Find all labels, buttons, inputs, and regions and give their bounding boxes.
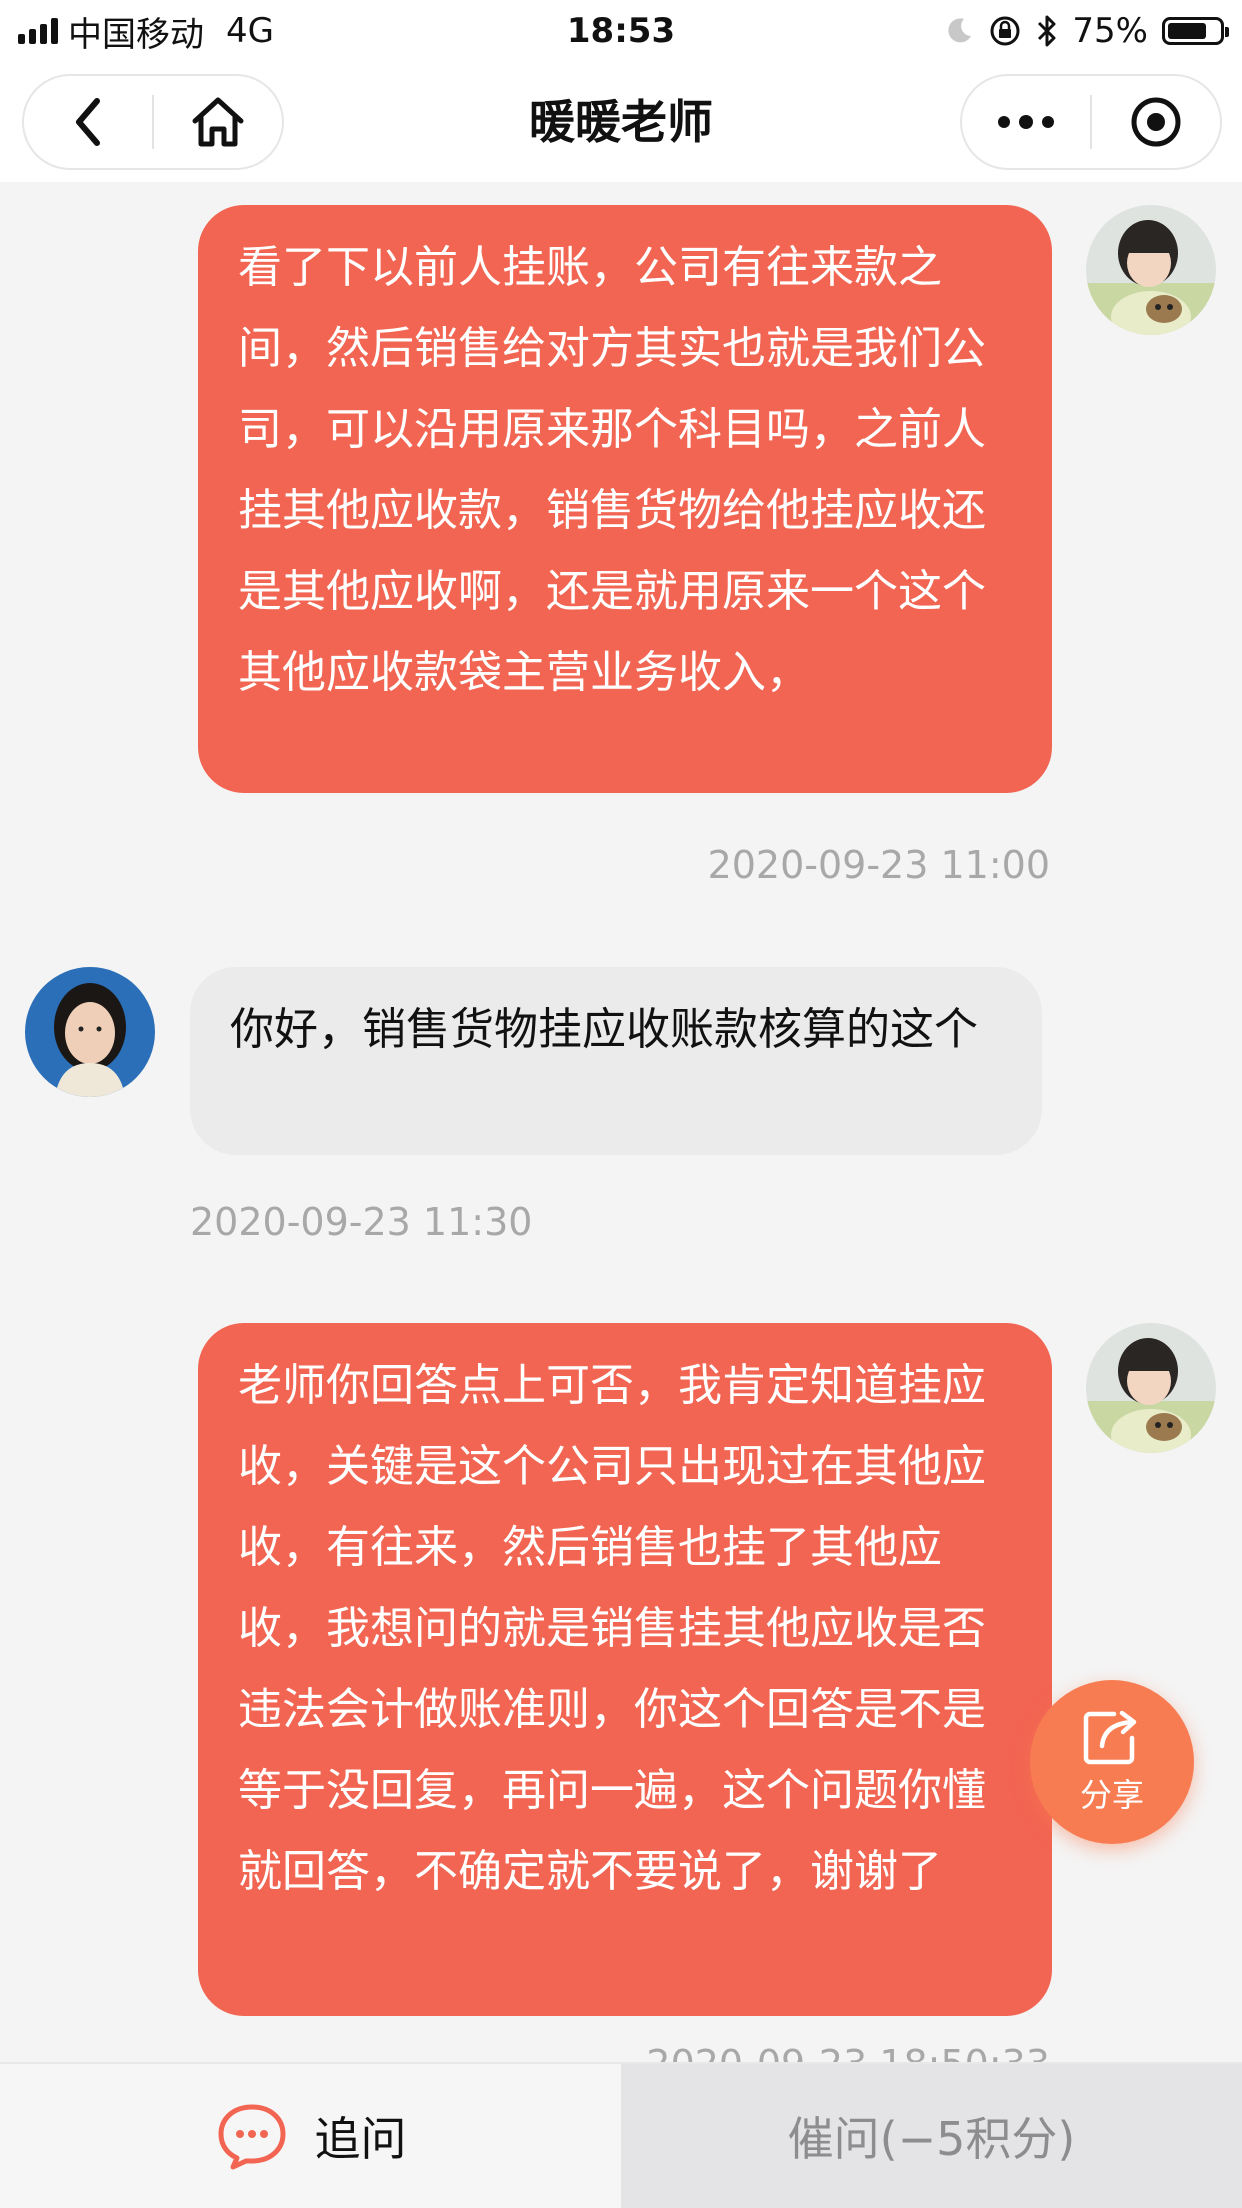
message-timestamp: 2020-09-23 11:30: [190, 1200, 533, 1244]
message-timestamp: 2020-09-23 18:50:33: [646, 2042, 1050, 2062]
follow-up-label: 追问: [314, 2112, 407, 2166]
teacher-photo-avatar: [25, 967, 155, 1097]
my-avatar[interactable]: [1086, 1323, 1216, 1453]
chat-bubble-icon: [218, 2104, 285, 2170]
more-button[interactable]: [962, 76, 1090, 168]
nav-capsule-right: [960, 74, 1222, 170]
nav-capsule-left: [22, 74, 284, 170]
page-title: 暖暖老师: [529, 95, 713, 149]
my-message-bubble[interactable]: 老师你回答点上可否，我肯定知道挂应收，关键是这个公司只出现过在其他应收，有往来，…: [198, 1323, 1052, 2016]
bluetooth-icon: [1038, 15, 1056, 47]
home-icon: [192, 97, 244, 147]
more-dots-icon: [998, 115, 1054, 129]
battery-icon: [1162, 17, 1229, 45]
teacher-avatar[interactable]: [25, 967, 155, 1097]
status-bar: 中国移动 4G 18:53 75%: [0, 0, 1242, 62]
urge-button[interactable]: 催问(−5积分): [621, 2064, 1242, 2208]
close-miniprogram-button[interactable]: [1092, 76, 1220, 168]
share-label: 分享: [1079, 1776, 1144, 1814]
my-message-bubble[interactable]: 看了下以前人挂账，公司有往来款之间，然后销售给对方其实也就是我们公司，可以沿用原…: [198, 205, 1052, 793]
status-bar-right: 75%: [944, 8, 1229, 54]
message-text: 老师你回答点上可否，我肯定知道挂应收，关键是这个公司只出现过在其他应收，有往来，…: [238, 1360, 986, 1897]
chevron-left-icon: [76, 98, 100, 146]
child-photo-avatar: [1086, 1323, 1216, 1453]
share-icon: [1083, 1710, 1137, 1765]
back-button[interactable]: [24, 76, 152, 168]
message-timestamp: 2020-09-23 11:00: [707, 843, 1050, 887]
bottom-action-bar: 追问 催问(−5积分): [0, 2062, 1242, 2208]
rotation-lock-icon: [990, 16, 1020, 46]
message-text: 你好，销售货物挂应收账款核算的这个: [230, 1004, 978, 1055]
message-text: 看了下以前人挂账，公司有往来款之间，然后销售给对方其实也就是我们公司，可以沿用原…: [238, 242, 986, 698]
follow-up-button[interactable]: 追问: [0, 2064, 621, 2208]
teacher-message-bubble[interactable]: 你好，销售货物挂应收账款核算的这个: [190, 967, 1042, 1155]
moon-icon: [948, 18, 972, 43]
urge-label: 催问(−5积分): [787, 2112, 1076, 2166]
child-photo-avatar: [1086, 205, 1216, 335]
nav-bar: 暖暖老师: [0, 62, 1242, 182]
share-button[interactable]: 分享: [1030, 1680, 1194, 1844]
battery-percent: 75%: [1072, 11, 1148, 51]
my-avatar[interactable]: [1086, 205, 1216, 335]
home-button[interactable]: [154, 76, 282, 168]
target-circle-icon: [1131, 97, 1181, 147]
